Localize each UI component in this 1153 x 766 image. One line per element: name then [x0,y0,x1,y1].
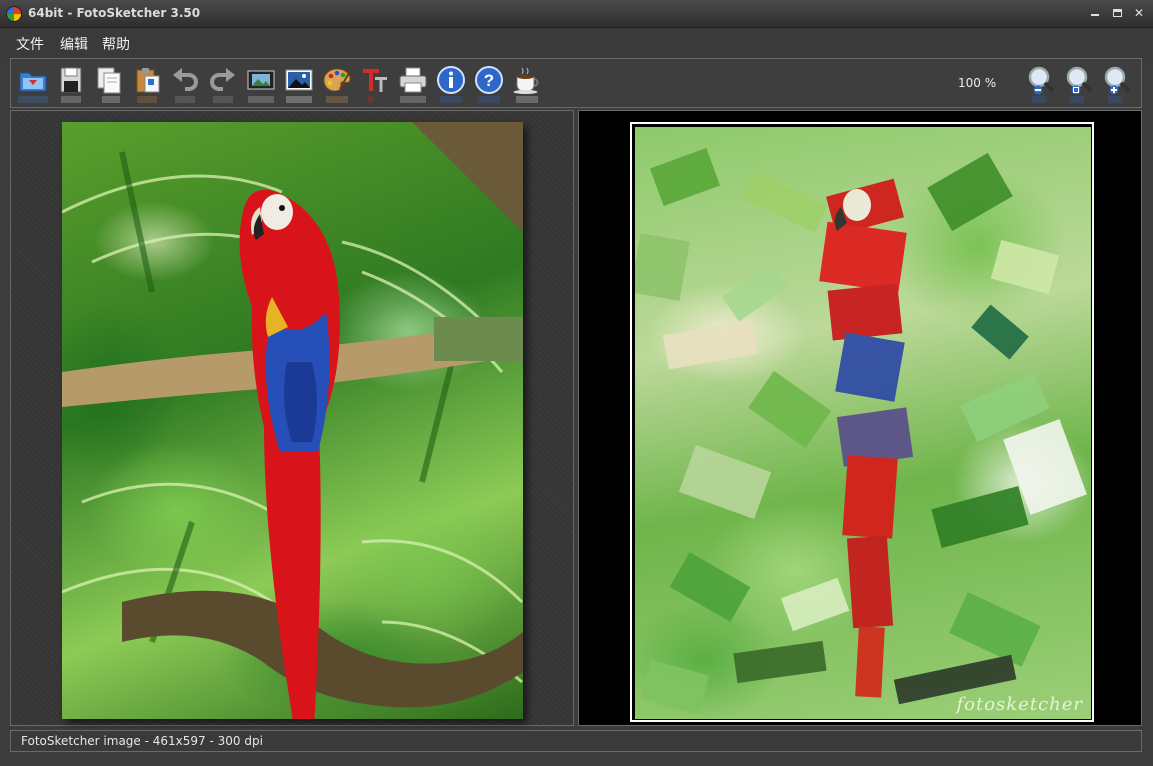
zoom-in-button[interactable] [1100,63,1134,105]
minimize-icon [1091,14,1099,16]
film-strip-icon [247,70,275,90]
zoom-out-button[interactable] [1024,63,1058,105]
maximize-button[interactable] [1108,5,1126,21]
menu-help[interactable]: 帮助 [102,34,130,54]
menu-edit[interactable]: 编辑 [60,34,88,54]
redo-button[interactable] [206,63,240,105]
zoom-in-icon [1104,66,1131,95]
macaw-photo-illustration [62,122,523,719]
drawing-parameters-button[interactable] [320,63,354,105]
question-mark-icon: ? [475,66,503,94]
zoom-fit-button[interactable] [1062,63,1096,105]
open-image-button[interactable] [16,63,50,105]
batch-process-button[interactable] [244,63,278,105]
about-button[interactable] [434,63,468,105]
app-logo-icon[interactable] [6,6,22,22]
menu-bar: 文件 编辑 帮助 [0,28,1153,58]
paint-palette-icon [323,68,351,92]
close-button[interactable]: ✕ [1130,5,1148,21]
undo-button[interactable] [168,63,202,105]
text-t-icon [363,69,387,92]
redo-arrow-icon [210,68,235,91]
save-button[interactable] [54,63,88,105]
coffee-cup-icon [513,67,539,94]
zoom-fit-icon [1066,66,1093,95]
sketch-image: fotosketcher [635,127,1091,719]
toolbar: ? 100 % [10,58,1142,108]
clipboard-icon [136,68,160,93]
status-text: FotoSketcher image - 461x597 - 300 dpi [21,734,263,748]
undo-arrow-icon [173,68,198,91]
maximize-icon [1112,9,1122,17]
paste-button[interactable] [130,63,164,105]
original-photo [62,122,523,719]
copy-icon [97,67,121,94]
macaw-painting-illustration [635,147,1087,715]
landscape-picture-icon [285,69,313,91]
printer-icon [399,67,427,93]
status-bar: FotoSketcher image - 461x597 - 300 dpi [10,730,1142,752]
info-icon [437,66,465,94]
minimize-button[interactable] [1086,5,1104,21]
floppy-disk-icon [60,67,82,93]
donate-button[interactable] [510,63,544,105]
zoom-level-label: 100 % [958,76,997,90]
original-image-panel[interactable] [10,110,574,726]
print-button[interactable] [396,63,430,105]
sketch-preview-panel[interactable]: fotosketcher [578,110,1142,726]
svg-text:?: ? [484,71,494,90]
fotosketcher-watermark: fotosketcher [956,694,1083,715]
folder-icon [19,72,47,92]
close-icon: ✕ [1133,6,1145,20]
help-button[interactable]: ? [472,63,506,105]
title-bar: 64bit - FotoSketcher 3.50 ✕ [0,0,1153,28]
image-parameters-button[interactable] [282,63,316,105]
copy-button[interactable] [92,63,126,105]
sketch-frame: fotosketcher [630,122,1094,722]
zoom-out-icon [1028,66,1055,95]
add-text-button[interactable] [358,63,392,105]
menu-file[interactable]: 文件 [16,34,44,54]
window-title: 64bit - FotoSketcher 3.50 [28,6,201,20]
